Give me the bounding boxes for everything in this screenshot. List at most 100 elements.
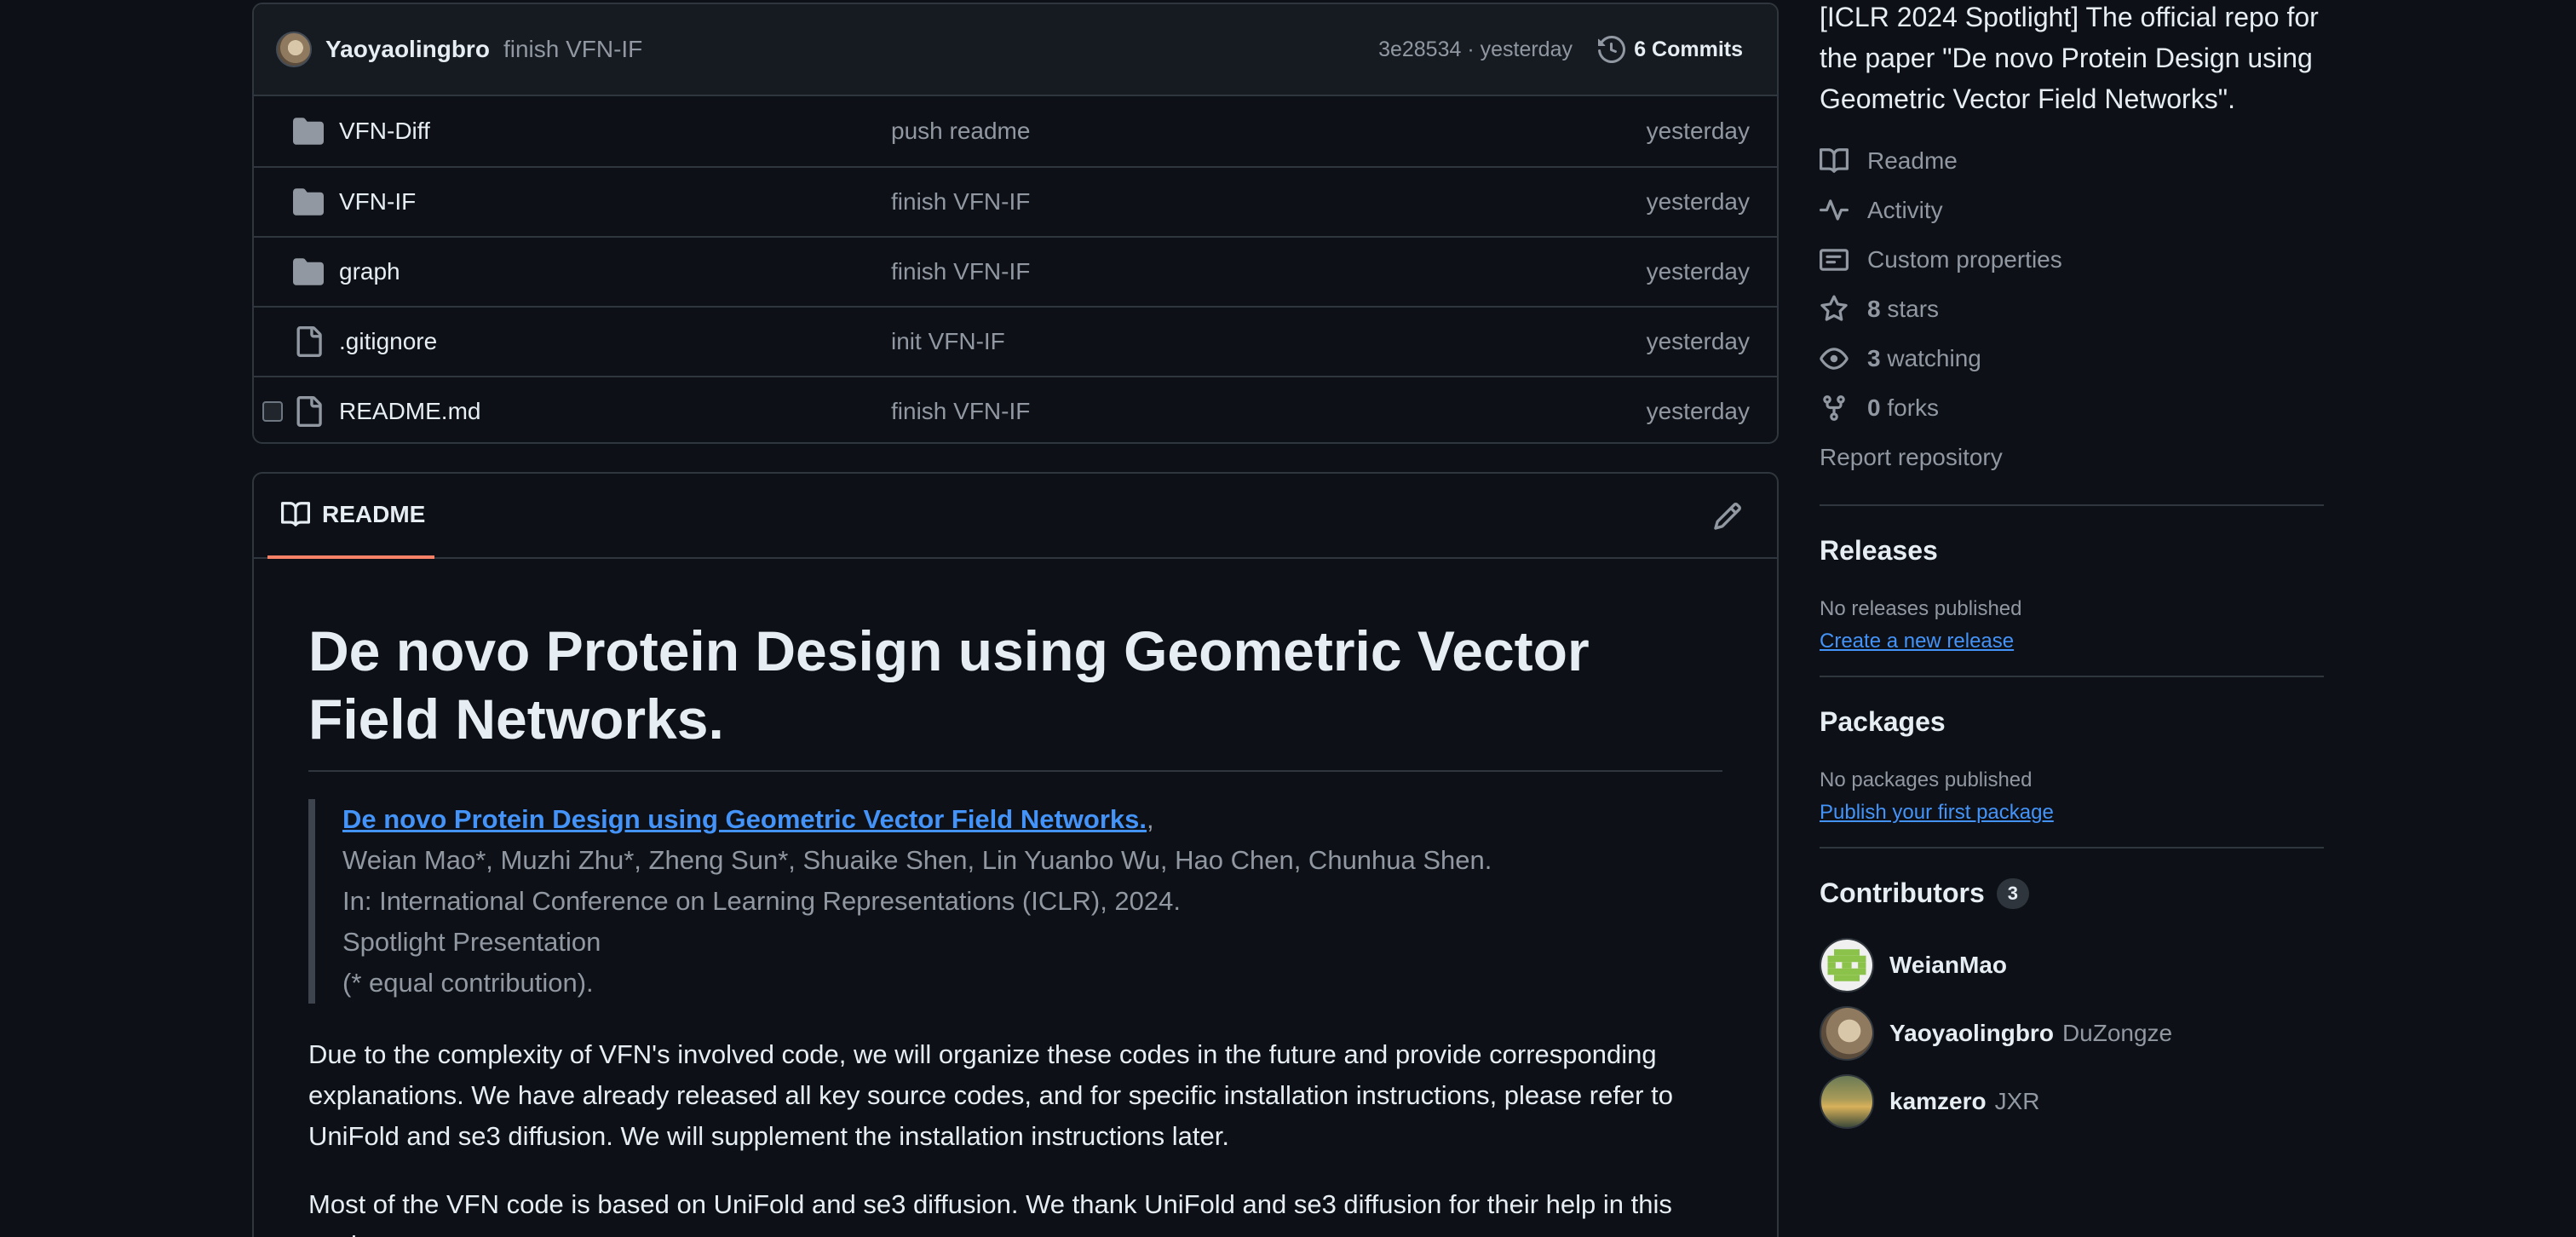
contributor-item[interactable]: Yaoyaolingbro DuZongze: [1820, 999, 2324, 1067]
file-commit-date: yesterday: [1646, 188, 1750, 215]
avatar[interactable]: [1820, 938, 1874, 992]
file-row-vfn-diff[interactable]: VFN-Diff push readme yesterday: [254, 96, 1777, 166]
readme-paragraph: Most of the VFN code is based on UniFold…: [308, 1189, 1672, 1237]
forks-count: 0: [1867, 394, 1881, 421]
repo-page: Yaoyaolingbro finish VFN-IF 3e28534 · ye…: [0, 0, 2576, 1237]
file-name[interactable]: .gitignore: [339, 328, 437, 355]
fork-icon: [1823, 395, 1845, 421]
file-name[interactable]: VFN-Diff: [339, 118, 430, 145]
history-icon: [1598, 36, 1626, 63]
citation-blockquote: De novo Protein Design using Geometric V…: [308, 799, 1722, 1004]
file-row-readme[interactable]: README.md finish VFN-IF yesterday: [254, 376, 1777, 442]
commit-author-avatar[interactable]: [276, 32, 312, 67]
activity-link-label: Activity: [1867, 197, 1943, 223]
folder-icon: [293, 118, 324, 145]
report-repository-link[interactable]: Report repository: [1820, 433, 2324, 482]
watching-label: watching: [1887, 345, 1981, 371]
file-commit-date: yesterday: [1646, 328, 1750, 354]
book-icon: [1820, 148, 1849, 173]
commit-author[interactable]: Yaoyaolingbro: [325, 36, 490, 63]
contributors-list: WeianMao Yaoyaolingbro DuZongze kamzero …: [1820, 931, 2324, 1136]
stars-link[interactable]: 8 stars: [1820, 285, 2324, 334]
contributor-item[interactable]: kamzero JXR: [1820, 1067, 2324, 1136]
row-checkbox[interactable]: [262, 401, 283, 422]
forks-label: forks: [1887, 394, 1940, 421]
packages-note: No packages published: [1820, 768, 2033, 791]
forks-link[interactable]: 0 forks: [1820, 383, 2324, 433]
readme-link-label: Readme: [1867, 147, 1958, 174]
file-browser: Yaoyaolingbro finish VFN-IF 3e28534 · ye…: [252, 3, 1779, 444]
tab-readme[interactable]: README: [267, 474, 434, 559]
file-icon: [296, 396, 322, 427]
watching-count: 3: [1867, 345, 1881, 371]
file-commit-date: yesterday: [1646, 258, 1750, 285]
commits-history-button[interactable]: 6 Commits: [1598, 36, 1743, 63]
contributor-item[interactable]: WeianMao: [1820, 931, 2324, 999]
releases-section: Releases No releases published Create a …: [1820, 504, 2324, 653]
releases-heading[interactable]: Releases: [1820, 535, 2324, 567]
file-commit-date: yesterday: [1646, 118, 1750, 144]
custom-properties-label: Custom properties: [1867, 246, 2062, 273]
file-commit-message[interactable]: finish VFN-IF: [891, 398, 1030, 425]
file-name[interactable]: VFN-IF: [339, 188, 416, 216]
repo-sidebar: [ICLR 2024 Spotlight] The official repo …: [1820, 0, 2324, 1136]
avatar[interactable]: [1820, 1006, 1874, 1061]
file-commit-message[interactable]: finish VFN-IF: [891, 258, 1030, 285]
paper-presentation: Spotlight Presentation: [342, 927, 601, 957]
readme-panel: README De novo Protein Design using Geom…: [252, 472, 1779, 1237]
pulse-icon: [1820, 199, 1849, 221]
file-name[interactable]: README.md: [339, 398, 480, 425]
commits-count-label: 6 Commits: [1634, 37, 1743, 61]
paper-note: (* equal contribution).: [342, 968, 594, 998]
publish-package-link[interactable]: Publish your first package: [1820, 801, 2054, 825]
contributor-login[interactable]: kamzero: [1889, 1088, 1987, 1115]
contributor-login[interactable]: WeianMao: [1889, 952, 2007, 979]
file-row-graph[interactable]: graph finish VFN-IF yesterday: [254, 236, 1777, 306]
file-icon: [296, 326, 322, 357]
pencil-icon[interactable]: [1712, 501, 1743, 532]
activity-link[interactable]: Activity: [1820, 186, 2324, 235]
file-row-gitignore[interactable]: .gitignore init VFN-IF yesterday: [254, 306, 1777, 376]
contributors-section: Contributors 3 WeianMao Yaoyaolingbro Du…: [1820, 847, 2324, 1136]
contributors-count-badge: 3: [1996, 877, 2029, 909]
file-row-vfn-if[interactable]: VFN-IF finish VFN-IF yesterday: [254, 166, 1777, 236]
folder-icon: [293, 258, 324, 285]
releases-note: No releases published: [1820, 597, 2022, 620]
contributors-heading-label: Contributors: [1820, 877, 1985, 908]
contributors-heading[interactable]: Contributors 3: [1820, 877, 2324, 909]
contributor-login[interactable]: Yaoyaolingbro: [1889, 1020, 2054, 1047]
file-commit-date: yesterday: [1646, 398, 1750, 424]
readme-link[interactable]: Readme: [1820, 136, 2324, 186]
repo-meta-links: Readme Activity Custom properties 8 star…: [1820, 136, 2324, 482]
stars-label: stars: [1887, 296, 1940, 322]
paper-authors: Weian Mao*, Muzhi Zhu*, Zheng Sun*, Shua…: [342, 845, 1492, 875]
repo-description: [ICLR 2024 Spotlight] The official repo …: [1820, 2, 2319, 114]
file-name[interactable]: graph: [339, 258, 400, 285]
file-commit-message[interactable]: init VFN-IF: [891, 328, 1005, 355]
star-icon: [1820, 295, 1848, 321]
tab-readme-label: README: [322, 501, 426, 527]
note-icon: [1820, 249, 1849, 271]
contributor-name: DuZongze: [2061, 1020, 2173, 1046]
file-commit-message[interactable]: push readme: [891, 118, 1030, 145]
commit-hash-time[interactable]: 3e28534 · yesterday: [1378, 37, 1573, 62]
commit-message[interactable]: finish VFN-IF: [503, 36, 642, 63]
create-release-link[interactable]: Create a new release: [1820, 630, 2014, 653]
packages-section: Packages No packages published Publish y…: [1820, 676, 2324, 825]
paper-link[interactable]: De novo Protein Design using Geometric V…: [342, 804, 1147, 834]
readme-tab-bar: README: [254, 474, 1777, 559]
packages-heading[interactable]: Packages: [1820, 706, 2324, 738]
paper-link-suffix: ,: [1147, 804, 1154, 834]
eye-icon: [1820, 348, 1849, 370]
custom-properties-link[interactable]: Custom properties: [1820, 235, 2324, 285]
avatar[interactable]: [1820, 1074, 1874, 1129]
folder-icon: [293, 188, 324, 216]
book-icon: [281, 502, 310, 526]
latest-commit-bar: Yaoyaolingbro finish VFN-IF 3e28534 · ye…: [254, 4, 1777, 96]
readme-title: De novo Protein Design using Geometric V…: [308, 617, 1722, 772]
contributor-name: JXR: [1994, 1088, 2040, 1114]
paper-venue: In: International Conference on Learning…: [342, 886, 1181, 916]
readme-paragraph: Due to the complexity of VFN's involved …: [308, 1039, 1673, 1151]
watching-link[interactable]: 3 watching: [1820, 334, 2324, 383]
file-commit-message[interactable]: finish VFN-IF: [891, 188, 1030, 216]
